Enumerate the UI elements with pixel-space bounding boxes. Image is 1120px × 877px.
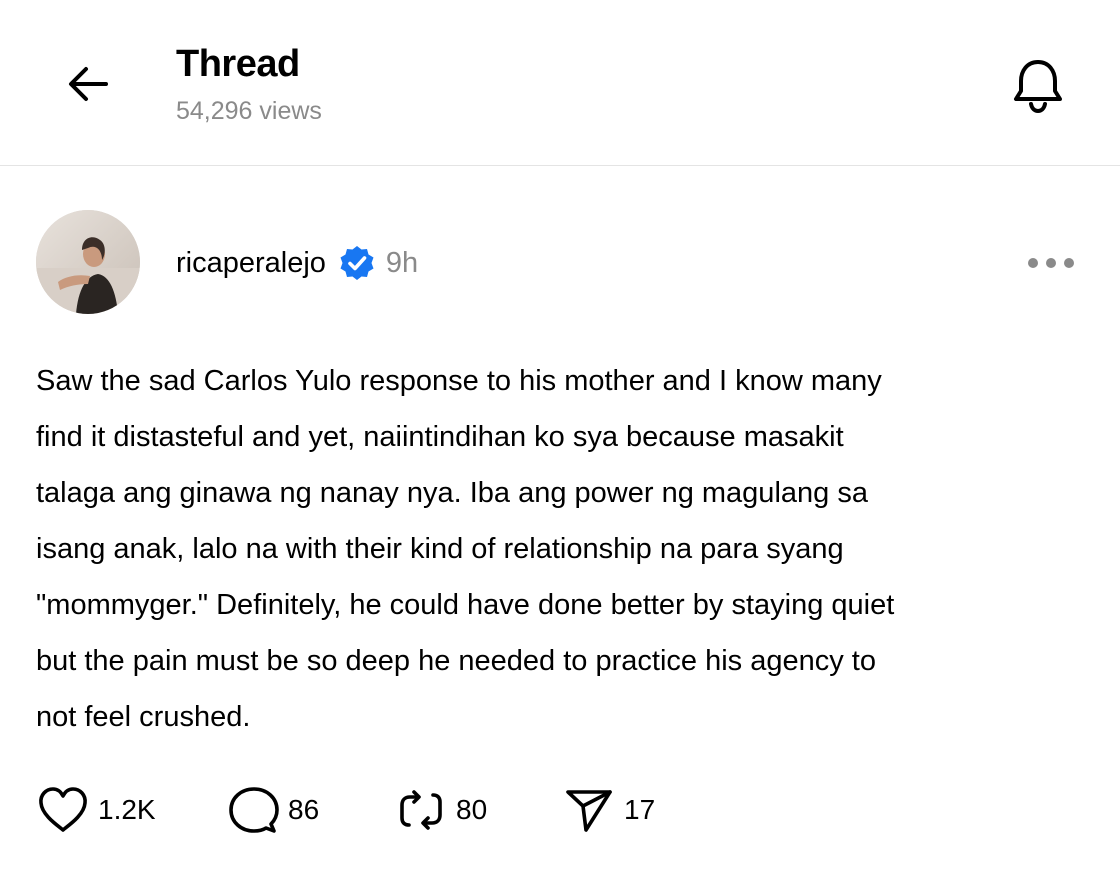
repost-button[interactable]: 80 — [394, 784, 562, 836]
comment-icon — [229, 787, 279, 833]
share-button[interactable]: 17 — [562, 784, 682, 836]
reply-count: 86 — [288, 794, 320, 825]
repost-count: 80 — [456, 794, 488, 825]
like-count: 1.2K — [98, 794, 156, 825]
header: Thread 54,296 views — [0, 0, 1120, 166]
repost-icon — [400, 790, 442, 830]
back-arrow-icon — [69, 67, 108, 101]
share-count: 17 — [624, 794, 656, 825]
back-button[interactable] — [56, 52, 120, 116]
profile-photo — [36, 210, 140, 314]
avatar[interactable] — [36, 210, 140, 314]
reply-button[interactable]: 86 — [226, 784, 394, 836]
post-actions: 1.2K 86 80 17 — [36, 784, 682, 836]
verified-badge-icon — [338, 244, 376, 282]
page-title: Thread — [176, 43, 300, 85]
author-row: ricaperalejo 9h — [176, 240, 418, 286]
notifications-button[interactable] — [1000, 50, 1076, 122]
view-count: 54,296 views — [176, 97, 322, 125]
username[interactable]: ricaperalejo — [176, 247, 326, 280]
more-options-button[interactable] — [1020, 244, 1082, 282]
more-dots-icon — [1028, 258, 1074, 268]
thread-page: Thread 54,296 views ricaperalejo 9h Saw … — [0, 0, 1120, 877]
post-timestamp: 9h — [385, 246, 419, 279]
heart-icon — [39, 787, 87, 832]
like-button[interactable]: 1.2K — [36, 784, 226, 836]
post-text: Saw the sad Carlos Yulo response to his … — [36, 365, 895, 733]
bell-icon — [1014, 60, 1062, 114]
send-icon — [566, 790, 612, 832]
